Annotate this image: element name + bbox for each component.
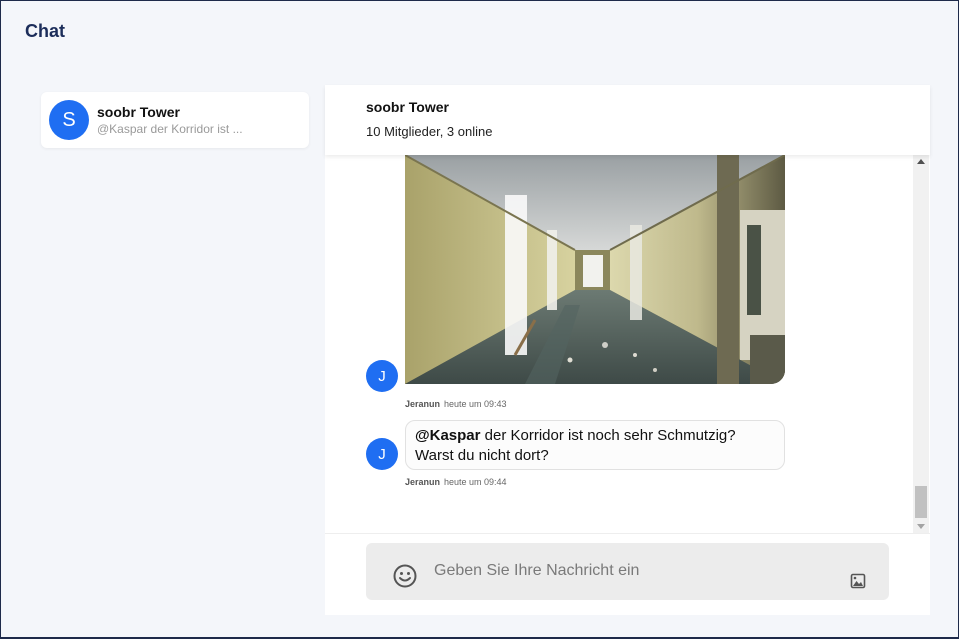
message-time: heute um 09:44 xyxy=(444,477,507,487)
conversation-item[interactable]: S soobr Tower @Kaspar der Korridor ist .… xyxy=(41,92,309,148)
message-image[interactable] xyxy=(405,155,785,384)
message-bubble: @Kaspar der Korridor ist noch sehr Schmu… xyxy=(405,420,785,470)
chat-header: soobr Tower 10 Mitglieder, 3 online xyxy=(325,85,930,155)
message-time: heute um 09:43 xyxy=(444,399,507,409)
conversation-name: soobr Tower xyxy=(97,104,180,120)
message-scrollbar[interactable] xyxy=(913,155,929,533)
chat-member-count: 10 Mitglieder, 3 online xyxy=(366,124,493,139)
conversation-preview: @Kaspar der Korridor ist ... xyxy=(97,122,243,136)
message-avatar: J xyxy=(366,360,398,392)
attach-image-button[interactable] xyxy=(850,573,866,589)
hallway-photo xyxy=(405,155,785,384)
conversation-avatar: S xyxy=(49,100,89,140)
chat-title: soobr Tower xyxy=(366,99,449,115)
message-avatar: J xyxy=(366,438,398,470)
message-meta: Jeranun heute um 09:43 xyxy=(405,399,507,409)
message-input[interactable] xyxy=(434,557,834,585)
page-title: Chat xyxy=(25,21,65,41)
emoji-icon xyxy=(393,564,417,588)
message-mention[interactable]: @Kaspar xyxy=(415,427,481,444)
scrollbar-thumb[interactable] xyxy=(915,486,927,518)
message-list: J Jeranun heute um 09:43 J @Kaspar der Ko… xyxy=(325,155,930,533)
message-meta: Jeranun heute um 09:44 xyxy=(405,477,507,487)
chat-panel: soobr Tower 10 Mitglieder, 3 online J Je… xyxy=(325,85,930,615)
emoji-button[interactable] xyxy=(392,563,418,589)
message-author: Jeranun xyxy=(405,477,441,487)
scroll-up-arrow-icon[interactable] xyxy=(917,159,925,164)
composer-area xyxy=(325,533,930,615)
message-author: Jeranun xyxy=(405,399,441,409)
image-icon xyxy=(850,573,866,589)
message-composer xyxy=(366,543,889,600)
chat-app: Chat S soobr Tower @Kaspar der Korridor … xyxy=(1,1,958,637)
scroll-down-arrow-icon[interactable] xyxy=(917,524,925,529)
